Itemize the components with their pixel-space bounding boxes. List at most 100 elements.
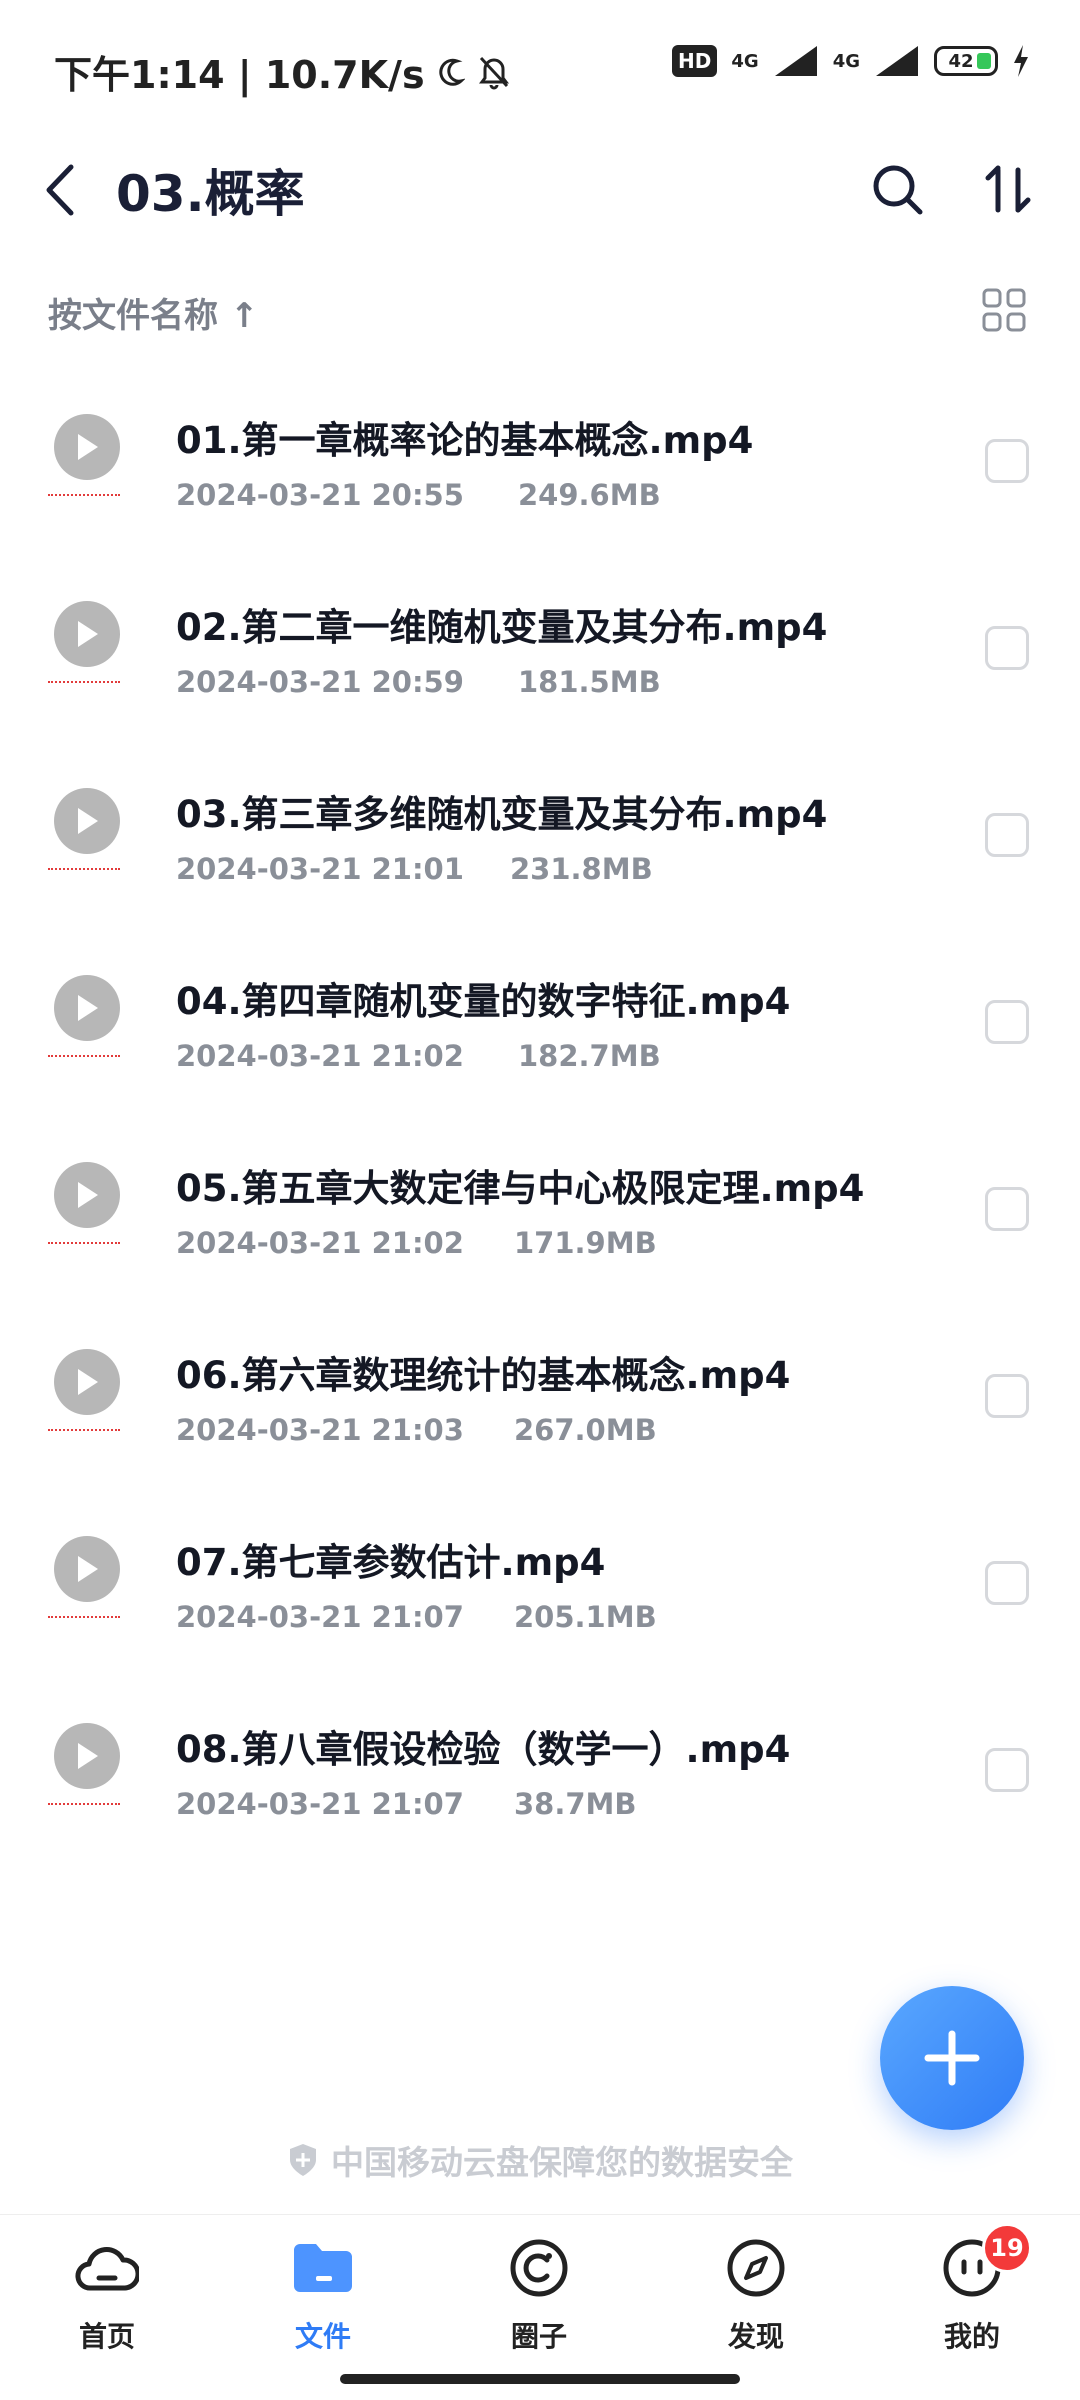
file-name: 05.第五章大数定律与中心极限定理.mp4 — [176, 1167, 865, 1210]
back-button[interactable] — [30, 150, 90, 230]
play-icon — [54, 601, 120, 667]
thumbnail-watermark — [48, 868, 120, 872]
file-checkbox[interactable] — [985, 1187, 1029, 1231]
file-date: 2024-03-21 20:55 — [176, 478, 464, 512]
play-icon — [54, 1162, 120, 1228]
file-row[interactable]: 03.第三章多维随机变量及其分布.mp4 2024-03-21 21:01 23… — [0, 740, 1080, 927]
file-name: 08.第八章假设检验（数学一）.mp4 — [176, 1728, 791, 1771]
file-row[interactable]: 07.第七章参数估计.mp4 2024-03-21 21:07 205.1MB — [0, 1488, 1080, 1675]
file-size: 249.6MB — [518, 478, 661, 512]
bottom-nav: 首页 文件 圈子 发现 我的 19 — [0, 2214, 1080, 2400]
folder-icon — [288, 2233, 358, 2303]
compass-icon — [721, 2233, 791, 2303]
moon-icon — [438, 58, 465, 86]
nav-item-home[interactable]: 首页 — [37, 2233, 177, 2373]
file-size: 231.8MB — [510, 852, 653, 886]
play-icon — [54, 414, 120, 480]
add-button[interactable] — [880, 1986, 1024, 2130]
file-row[interactable]: 01.第一章概率论的基本概念.mp4 2024-03-21 20:55 249.… — [0, 366, 1080, 553]
file-name: 02.第二章一维随机变量及其分布.mp4 — [176, 606, 828, 649]
search-icon — [873, 165, 923, 215]
file-date: 2024-03-21 21:07 — [176, 1787, 464, 1821]
nav-item-circle[interactable]: 圈子 — [469, 2233, 609, 2373]
grid-view-button[interactable] — [976, 282, 1032, 338]
network-label-2: 4G — [832, 50, 860, 72]
nav-label-mine: 我的 — [943, 2320, 1000, 2353]
nav-item-mine[interactable]: 我的 19 — [902, 2223, 1042, 2373]
home-indicator[interactable] — [340, 2374, 740, 2384]
nav-item-discover[interactable]: 发现 — [686, 2233, 826, 2373]
thumbnail-watermark — [48, 494, 120, 498]
signal-icon-2 — [876, 46, 918, 76]
video-thumbnail — [48, 601, 128, 691]
file-row[interactable]: 06.第六章数理统计的基本概念.mp4 2024-03-21 21:03 267… — [0, 1301, 1080, 1488]
plus-icon — [924, 2030, 980, 2086]
file-checkbox[interactable] — [985, 626, 1029, 670]
thumbnail-watermark — [48, 1055, 120, 1059]
battery-level: 42 — [948, 50, 974, 72]
file-checkbox[interactable] — [985, 1374, 1029, 1418]
network-label-1: 4G — [731, 50, 759, 72]
file-checkbox[interactable] — [985, 813, 1029, 857]
nav-label-files: 文件 — [294, 2320, 351, 2353]
file-name: 01.第一章概率论的基本概念.mp4 — [176, 419, 754, 462]
security-note: 中国移动云盘保障您的数据安全 — [0, 2130, 1080, 2190]
file-size: 38.7MB — [514, 1787, 637, 1821]
sort-row: 按文件名称 ↑ — [0, 270, 1080, 350]
file-date: 2024-03-21 21:03 — [176, 1413, 464, 1447]
status-time: 下午1:14 | 10.7K/s — [54, 53, 425, 97]
battery-icon: 42 — [934, 46, 998, 76]
file-size: 171.9MB — [514, 1226, 657, 1260]
charging-icon — [1014, 45, 1028, 77]
file-checkbox[interactable] — [985, 439, 1029, 483]
nav-label-home: 首页 — [78, 2320, 135, 2353]
video-thumbnail — [48, 1162, 128, 1252]
status-right: HD 4G 4G 42 — [672, 44, 1030, 78]
notification-badge: 19 — [982, 2223, 1032, 2273]
bell-off-icon — [478, 56, 509, 89]
file-row[interactable]: 05.第五章大数定律与中心极限定理.mp4 2024-03-21 21:02 1… — [0, 1114, 1080, 1301]
circle-icon — [504, 2233, 574, 2303]
chevron-left-icon — [46, 164, 74, 216]
file-size: 182.7MB — [518, 1039, 661, 1073]
video-thumbnail — [48, 788, 128, 878]
file-size: 267.0MB — [514, 1413, 657, 1447]
thumbnail-watermark — [48, 1803, 120, 1807]
sort-button[interactable] — [968, 150, 1048, 230]
thumbnail-watermark — [48, 681, 120, 685]
grid-view-icon — [982, 288, 1026, 332]
status-bar: 下午1:14 | 10.7K/s HD 4G 4G 42 — [0, 0, 1080, 130]
file-row[interactable]: 02.第二章一维随机变量及其分布.mp4 2024-03-21 20:59 18… — [0, 553, 1080, 740]
battery-fill — [977, 53, 991, 69]
video-thumbnail — [48, 1723, 128, 1813]
status-left: 下午1:14 | 10.7K/s — [54, 44, 511, 99]
video-thumbnail — [48, 414, 128, 504]
file-row[interactable]: 04.第四章随机变量的数字特征.mp4 2024-03-21 21:02 182… — [0, 927, 1080, 1114]
file-name: 03.第三章多维随机变量及其分布.mp4 — [176, 793, 828, 836]
nav-label-discover: 发现 — [727, 2320, 784, 2353]
file-checkbox[interactable] — [985, 1748, 1029, 1792]
search-button[interactable] — [858, 150, 938, 230]
file-date: 2024-03-21 20:59 — [176, 665, 464, 699]
file-name: 04.第四章随机变量的数字特征.mp4 — [176, 980, 791, 1023]
nav-label-circle: 圈子 — [510, 2320, 567, 2353]
thumbnail-watermark — [48, 1616, 120, 1620]
sort-icon — [985, 165, 1031, 213]
nav-item-files[interactable]: 文件 — [253, 2233, 393, 2373]
file-name: 07.第七章参数估计.mp4 — [176, 1541, 606, 1584]
signal-icon-1 — [774, 46, 817, 76]
play-icon — [54, 1349, 120, 1415]
play-icon — [54, 1723, 120, 1789]
sort-by-name-toggle[interactable]: 按文件名称 ↑ — [48, 288, 258, 337]
file-checkbox[interactable] — [985, 1561, 1029, 1605]
play-icon — [54, 975, 120, 1041]
file-checkbox[interactable] — [985, 1000, 1029, 1044]
security-note-text: 中国移动云盘保障您的数据安全 — [331, 2143, 793, 2182]
cloud-icon — [72, 2233, 142, 2303]
video-thumbnail — [48, 975, 128, 1065]
file-row[interactable]: 08.第八章假设检验（数学一）.mp4 2024-03-21 21:07 38.… — [0, 1675, 1080, 1862]
file-date: 2024-03-21 21:01 — [176, 852, 464, 886]
file-date: 2024-03-21 21:02 — [176, 1226, 464, 1260]
header: 03.概率 — [0, 130, 1080, 250]
file-date: 2024-03-21 21:02 — [176, 1039, 464, 1073]
